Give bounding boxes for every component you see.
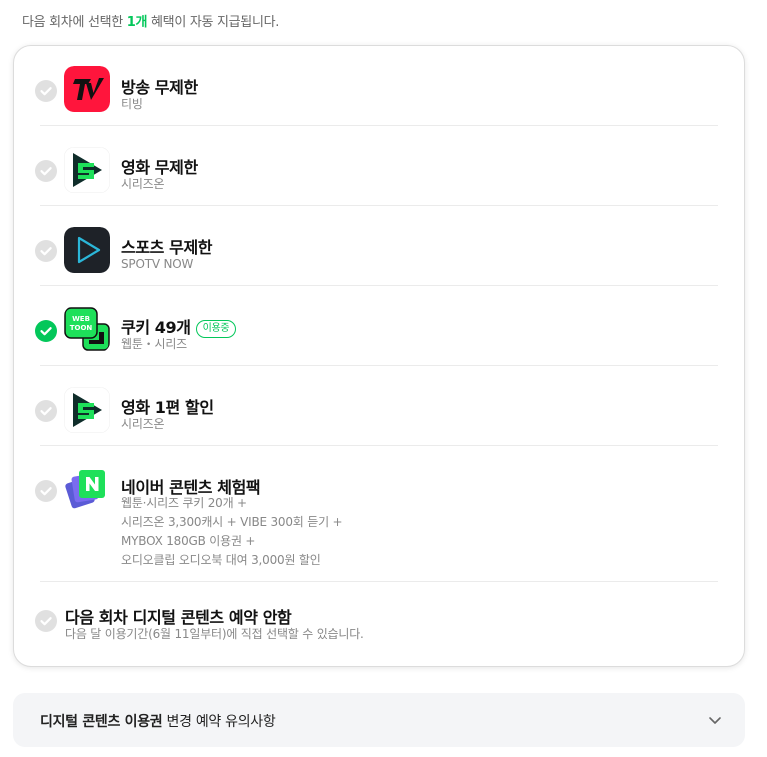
in-use-badge: 이용중 <box>195 320 237 338</box>
option-subtitle: 시리즈온 <box>121 417 165 431</box>
option-serieson-movie[interactable]: 영화 무제한 시리즈온 <box>14 126 744 206</box>
option-subtitle: 웹툰・시리즈 <box>121 337 188 351</box>
svg-text:WEB: WEB <box>72 315 90 323</box>
option-movie-discount[interactable]: 영화 1편 할인 시리즈온 <box>14 366 744 446</box>
option-detail-line: 시리즈온 3,300캐시 + VIBE 300회 듣기 + <box>121 515 343 529</box>
spotv-now-logo-icon <box>64 227 110 273</box>
radio-unchecked-icon[interactable] <box>35 160 57 182</box>
auto-payout-notice: 다음 회차에 선택한 1개 혜택이 자동 지급됩니다. <box>22 11 279 30</box>
benefit-options-card: 방송 무제한 티빙 영화 무제한 시리즈온 스포츠 무제한 SPOTV NOW <box>13 45 745 667</box>
serieson-logo-icon <box>64 387 110 433</box>
accordion-label-rest: 변경 예약 유의사항 <box>162 714 276 730</box>
option-no-reservation[interactable]: 다음 회차 디지털 콘텐츠 예약 안함 다음 달 이용기간(6월 11일부터)에… <box>14 582 744 666</box>
tving-logo-icon <box>64 66 110 112</box>
option-subtitle: SPOTV NOW <box>121 257 194 271</box>
option-subtitle: 시리즈온 <box>121 177 165 191</box>
radio-checked-icon[interactable] <box>35 320 57 342</box>
option-spotv-now[interactable]: 스포츠 무제한 SPOTV NOW <box>14 206 744 286</box>
option-tving[interactable]: 방송 무제한 티빙 <box>14 46 744 126</box>
option-subtitle: 다음 달 이용기간(6월 11일부터)에 직접 선택할 수 있습니다. <box>65 627 364 641</box>
svg-text:TOON: TOON <box>70 324 93 332</box>
option-detail-line: 웹툰·시리즈 쿠키 20개 + <box>121 496 247 510</box>
option-subtitle: 티빙 <box>121 97 143 111</box>
radio-unchecked-icon[interactable] <box>35 480 57 502</box>
notice-count: 1개 <box>126 15 148 30</box>
notice-prefix: 다음 회차에 선택한 <box>22 15 127 30</box>
radio-unchecked-icon[interactable] <box>35 80 57 102</box>
radio-unchecked-icon[interactable] <box>35 240 57 262</box>
accordion-label-bold: 디지털 콘텐츠 이용권 <box>40 714 163 730</box>
webtoon-logo-icon: WEB TOON <box>64 306 110 352</box>
notice-accordion[interactable]: 디지털 콘텐츠 이용권 변경 예약 유의사항 <box>13 693 745 747</box>
radio-unchecked-icon[interactable] <box>35 400 57 422</box>
serieson-logo-icon <box>64 147 110 193</box>
radio-unchecked-icon[interactable] <box>35 610 57 632</box>
notice-suffix: 혜택이 자동 지급됩니다. <box>147 15 280 30</box>
chevron-down-icon[interactable] <box>707 712 723 728</box>
option-cookie-49[interactable]: WEB TOON 쿠키 49개 이용중 웹툰・시리즈 <box>14 286 744 366</box>
accordion-label: 디지털 콘텐츠 이용권 변경 예약 유의사항 <box>40 711 276 731</box>
option-detail-line: MYBOX 180GB 이용권 + <box>121 534 256 548</box>
naver-content-pack-icon <box>64 466 110 512</box>
option-detail-line: 오디오클립 오디오북 대여 3,000원 할인 <box>121 553 321 567</box>
option-naver-content-pack[interactable]: 네이버 콘텐츠 체험팩 웹툰·시리즈 쿠키 20개 + 시리즈온 3,300캐시… <box>14 446 744 582</box>
